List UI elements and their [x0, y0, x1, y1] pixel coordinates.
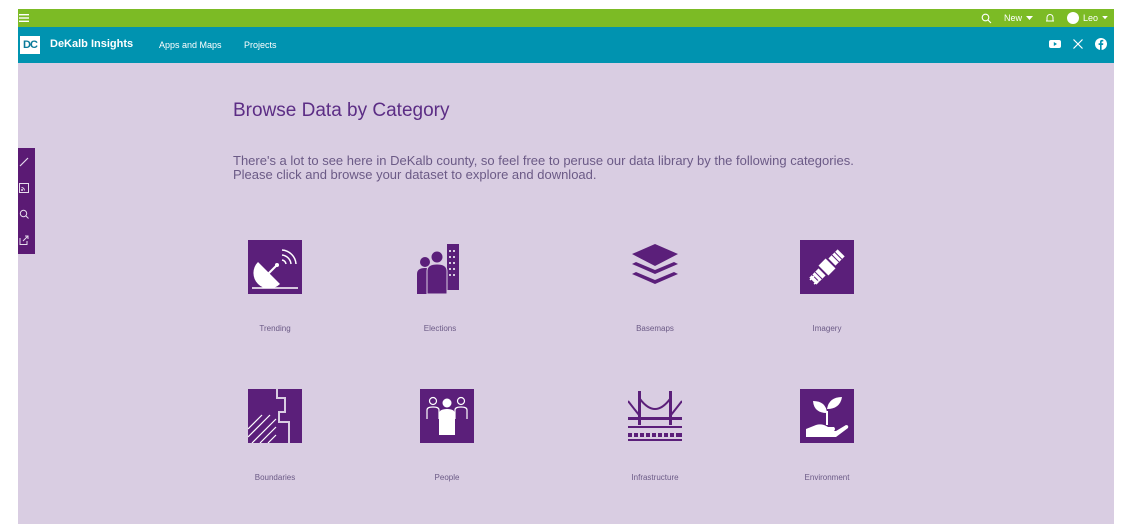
- category-boundaries[interactable]: Boundaries: [220, 389, 330, 489]
- nav-link-apps-and-maps[interactable]: Apps and Maps: [159, 40, 222, 50]
- category-environment[interactable]: Environment: [772, 389, 882, 489]
- caret-down-icon: [1025, 15, 1033, 20]
- x-icon[interactable]: [1071, 37, 1085, 51]
- category-label: Environment: [804, 473, 850, 482]
- avatar: [1066, 12, 1079, 24]
- category-label: People: [434, 473, 460, 482]
- category-infrastructure[interactable]: Infrastructure: [600, 389, 710, 489]
- caret-down-icon: [1102, 16, 1108, 20]
- top-utility-bar: New Leo: [18, 9, 1114, 27]
- boundary-map-icon: [248, 389, 302, 443]
- nav-link-projects[interactable]: Projects: [244, 40, 277, 50]
- rss-icon[interactable]: [18, 182, 30, 194]
- reader-icon[interactable]: [18, 208, 30, 220]
- category-people[interactable]: People: [392, 389, 502, 489]
- satellite-icon: [800, 240, 854, 294]
- new-button[interactable]: New: [1004, 13, 1033, 23]
- bell-icon[interactable]: [1045, 13, 1055, 24]
- bridge-icon: [628, 389, 682, 443]
- site-title[interactable]: DeKalb Insights: [50, 38, 133, 50]
- pencil-icon[interactable]: [18, 156, 30, 168]
- hamburger-menu-icon[interactable]: [18, 11, 30, 25]
- site-header: DC DeKalb Insights Apps and Maps Project…: [18, 27, 1114, 63]
- intro-text: There's a lot to see here in DeKalb coun…: [233, 153, 854, 182]
- new-label: New: [1003, 13, 1022, 23]
- category-label: Infrastructure: [631, 473, 679, 482]
- user-name: Leo: [1082, 13, 1098, 23]
- satellite-dish-icon: [248, 240, 302, 294]
- category-label: Imagery: [812, 324, 842, 333]
- facebook-icon[interactable]: [1094, 37, 1108, 51]
- user-menu[interactable]: Leo: [1066, 12, 1108, 24]
- category-label: Elections: [423, 324, 457, 333]
- plant-hand-icon: [800, 389, 854, 443]
- people-icon: [420, 389, 474, 443]
- youtube-icon[interactable]: [1048, 37, 1062, 51]
- category-label: Basemaps: [636, 324, 674, 333]
- category-imagery[interactable]: Imagery: [772, 240, 882, 340]
- category-basemaps[interactable]: Basemaps: [600, 240, 710, 340]
- site-logo[interactable]: DC: [20, 36, 40, 54]
- search-icon[interactable]: [981, 13, 992, 24]
- category-label: Boundaries: [254, 473, 296, 482]
- side-toolbar: [18, 148, 35, 254]
- layers-icon: [628, 240, 682, 294]
- main-content: [18, 63, 1114, 524]
- share-icon[interactable]: [18, 234, 30, 246]
- category-elections[interactable]: Elections: [385, 240, 495, 340]
- category-trending[interactable]: Trending: [220, 240, 330, 340]
- social-links: [1048, 37, 1108, 51]
- page-title: Browse Data by Category: [233, 100, 450, 121]
- voters-buildings-icon: [413, 240, 467, 294]
- category-label: Trending: [259, 324, 291, 333]
